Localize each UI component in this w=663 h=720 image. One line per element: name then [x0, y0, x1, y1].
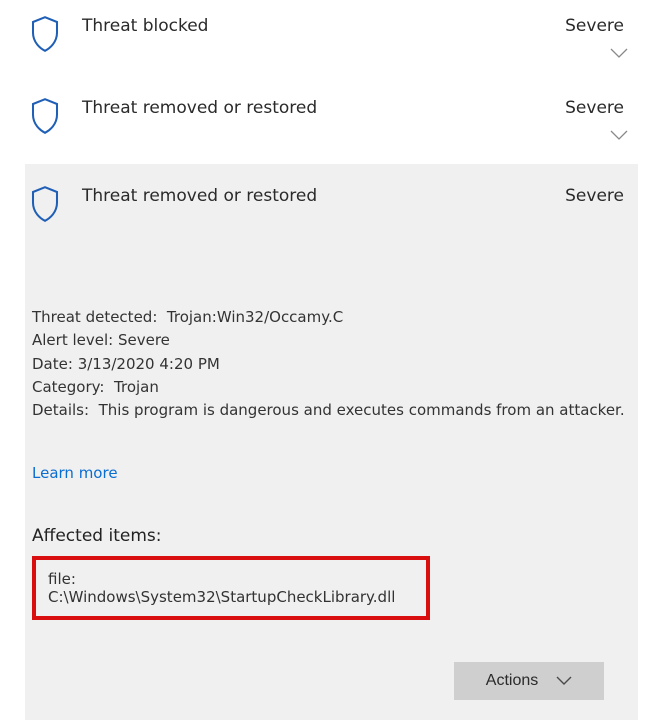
threat-details: Threat detected: Trojan:Win32/Occamy.C A… — [32, 306, 626, 422]
details-value: This program is dangerous and executes c… — [99, 401, 625, 419]
actions-button[interactable]: Actions — [454, 662, 604, 700]
shield-icon — [30, 98, 82, 134]
learn-more-link[interactable]: Learn more — [32, 464, 118, 482]
category-label: Category: — [32, 378, 104, 396]
alert-level-label: Alert level: — [32, 331, 113, 349]
chevron-down-icon[interactable] — [610, 128, 628, 146]
date-label: Date: — [32, 355, 73, 373]
chevron-down-icon — [556, 676, 572, 686]
alert-level-value: Severe — [118, 331, 170, 349]
affected-items-heading: Affected items: — [32, 526, 626, 546]
affected-item-path: file: C:\Windows\System32\StartupCheckLi… — [48, 570, 395, 606]
threat-item-blocked[interactable]: Threat blocked Severe — [25, 0, 638, 82]
threat-item-expanded: Threat removed or restored Severe Threat… — [25, 164, 638, 720]
threat-title: Threat blocked — [82, 16, 565, 36]
threat-title: Threat removed or restored — [82, 98, 565, 118]
actions-button-label: Actions — [486, 672, 538, 690]
detected-value: Trojan:Win32/Occamy.C — [167, 308, 343, 326]
detected-label: Threat detected: — [32, 308, 157, 326]
details-label: Details: — [32, 401, 89, 419]
threat-severity: Severe — [565, 16, 626, 36]
threat-title: Threat removed or restored — [82, 186, 565, 206]
threat-severity: Severe — [565, 98, 626, 118]
threat-item-removed[interactable]: Threat removed or restored Severe — [25, 82, 638, 164]
date-value: 3/13/2020 4:20 PM — [78, 355, 220, 373]
category-value: Trojan — [114, 378, 159, 396]
chevron-down-icon[interactable] — [610, 46, 628, 64]
shield-icon — [30, 16, 82, 52]
shield-icon — [30, 186, 82, 226]
threat-severity: Severe — [565, 186, 626, 206]
affected-item-highlight: file: C:\Windows\System32\StartupCheckLi… — [32, 556, 430, 620]
